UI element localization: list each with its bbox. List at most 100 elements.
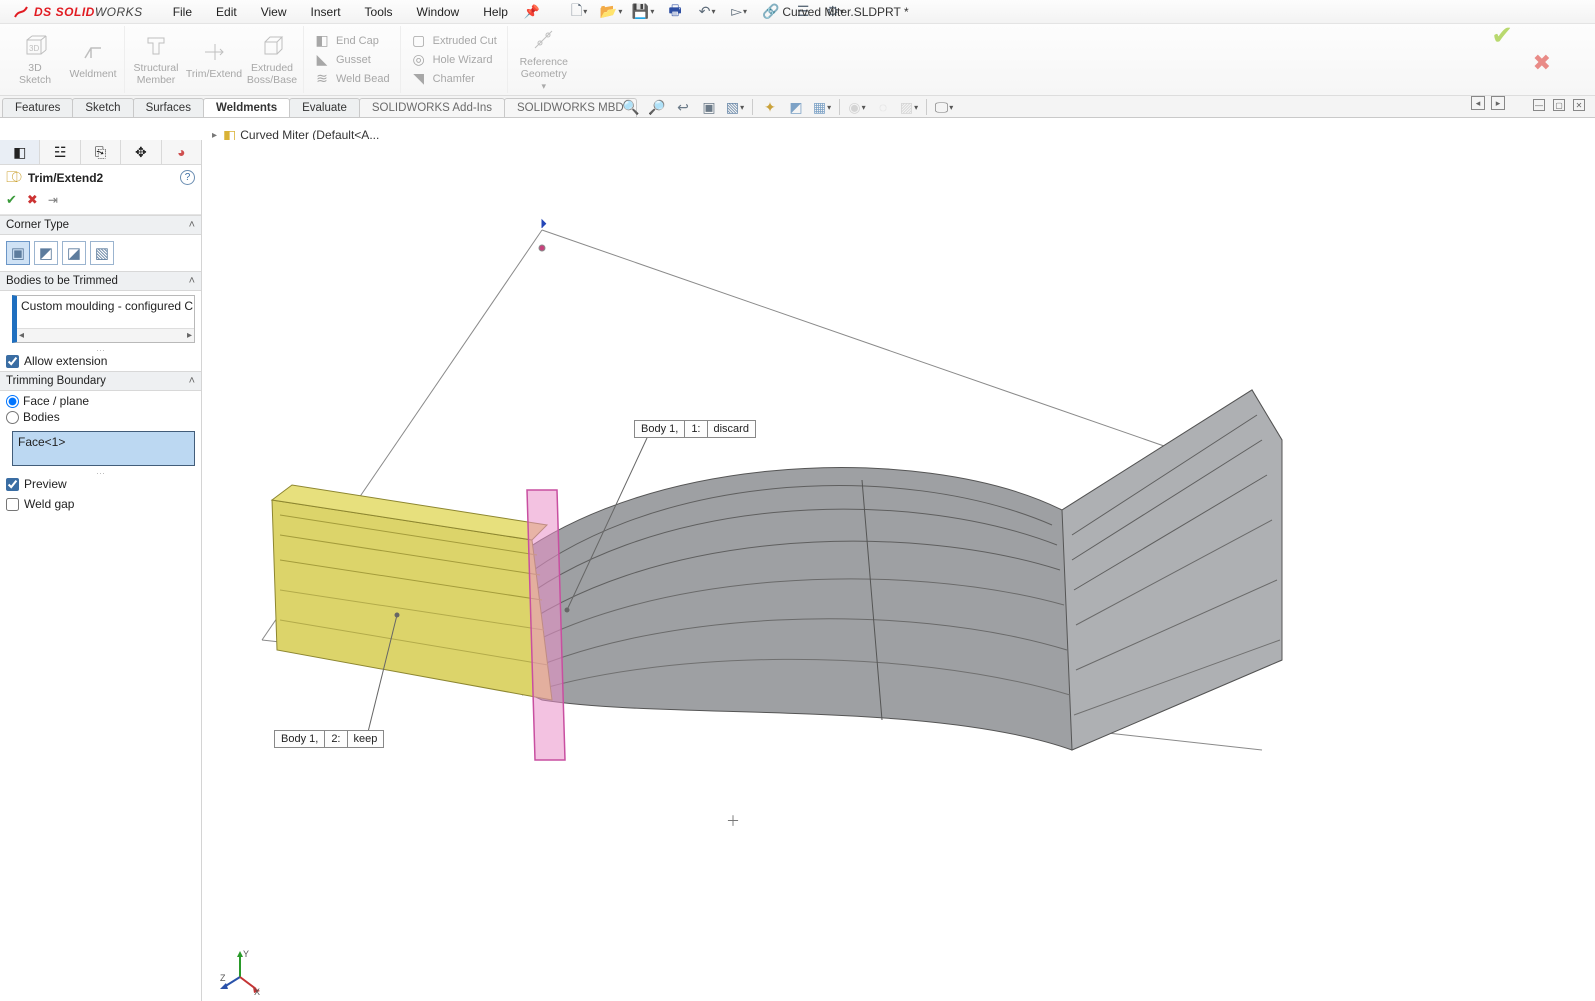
confirm-cancel-icon[interactable]: ✖: [1533, 50, 1551, 76]
menu-view[interactable]: View: [255, 3, 293, 21]
listbox-scrollbar[interactable]: ◂ ▸: [17, 328, 194, 342]
cmd-weld-bead[interactable]: ≋ Weld Bead: [314, 71, 390, 87]
section-view-icon[interactable]: ▣: [698, 97, 720, 117]
callout-index: 1:: [685, 421, 707, 437]
edit-appearance-icon[interactable]: ◌: [872, 97, 894, 117]
appearance-icon[interactable]: ◉▾: [846, 97, 868, 117]
menu-window[interactable]: Window: [411, 3, 466, 21]
expand-tree-icon[interactable]: ▸: [212, 130, 217, 141]
maximize-icon[interactable]: ▢: [1553, 99, 1565, 111]
menu-insert[interactable]: Insert: [305, 3, 347, 21]
prev-view-icon[interactable]: ↩: [672, 97, 694, 117]
close-icon[interactable]: ✕: [1573, 99, 1585, 111]
heads-up-toolbar: 🔍 🔎 ↩ ▣ ▧▾ ✦ ◩ ▦▾ ◉▾ ◌ ▨▾ 🖵▾: [620, 96, 955, 118]
zoom-fit-icon[interactable]: 🔍: [620, 97, 642, 117]
bodies-radio[interactable]: [6, 411, 19, 424]
cmd-structural-member[interactable]: Structural Member: [129, 31, 183, 88]
radio-bodies[interactable]: Bodies: [6, 409, 195, 425]
tab-addins[interactable]: SOLIDWORKS Add-Ins: [359, 98, 505, 117]
menu-file[interactable]: File: [167, 3, 198, 21]
corner-opt-4[interactable]: ▧: [90, 241, 114, 265]
tab-sketch[interactable]: Sketch: [72, 98, 133, 117]
orientation-triad[interactable]: Y Z X: [216, 947, 256, 987]
preview-checkbox[interactable]: [6, 478, 19, 491]
weld-gap-checkbox[interactable]: [6, 498, 19, 511]
corner-opt-2[interactable]: ◩: [34, 241, 58, 265]
corner-opt-1[interactable]: ▣: [6, 241, 30, 265]
chamfer-icon: ◥: [411, 71, 427, 87]
cmd-trim-extend[interactable]: Trim/Extend: [187, 37, 241, 82]
menu-edit[interactable]: Edit: [210, 3, 243, 21]
cancel-button[interactable]: ✖: [27, 192, 38, 208]
section-corner-type[interactable]: Corner Type ˄: [0, 215, 201, 235]
section-bodies[interactable]: Bodies to be Trimmed ˄: [0, 271, 201, 291]
print-button[interactable]: 🖶: [664, 3, 686, 21]
boundary-selection-box[interactable]: Face<1>: [12, 431, 195, 466]
feature-manager-tab[interactable]: ◧: [0, 140, 40, 164]
new-doc-button[interactable]: 🗋▾: [568, 3, 590, 21]
rebuild-button[interactable]: 🔗: [760, 3, 782, 21]
tab-surfaces[interactable]: Surfaces: [133, 98, 204, 117]
cmd-reference-geometry[interactable]: Reference Geometry ▾: [512, 25, 576, 94]
undo-button[interactable]: ↶▾: [696, 3, 718, 21]
tab-weldments[interactable]: Weldments: [203, 98, 290, 117]
menu-help[interactable]: Help: [477, 3, 514, 21]
scroll-right-icon[interactable]: ▸: [187, 330, 192, 341]
radio-face-plane[interactable]: Face / plane: [6, 393, 195, 409]
section-trim-boundary[interactable]: Trimming Boundary ˄: [0, 371, 201, 391]
property-manager-tab[interactable]: ☳: [40, 140, 80, 164]
next-page-icon[interactable]: ▸: [1491, 96, 1505, 110]
cmd-extruded-cut[interactable]: ▢ Extruded Cut: [411, 33, 497, 49]
section-bodies-label: Bodies to be Trimmed: [6, 275, 118, 287]
callout-keep[interactable]: Body 1, 2: keep: [274, 730, 384, 748]
tab-features[interactable]: Features: [2, 98, 73, 117]
separator: [926, 99, 927, 115]
tab-mbd[interactable]: SOLIDWORKS MBD: [504, 98, 637, 117]
scroll-left-icon[interactable]: ◂: [19, 330, 24, 341]
body-item[interactable]: Custom moulding - configured CUSTO: [17, 296, 194, 316]
cmd-hole-wizard[interactable]: ◎ Hole Wizard: [411, 52, 497, 68]
view-settings-icon[interactable]: 🖵▾: [933, 97, 955, 117]
allow-extension-checkbox[interactable]: [6, 355, 19, 368]
minimize-icon[interactable]: —: [1533, 99, 1545, 111]
pin-button[interactable]: ⇥: [48, 193, 58, 207]
callout-discard[interactable]: Body 1, 1: discard: [634, 420, 756, 438]
config-manager-tab[interactable]: ⎘: [81, 140, 121, 164]
tab-evaluate[interactable]: Evaluate: [289, 98, 360, 117]
menu-bar: File Edit View Insert Tools Window Help: [167, 3, 514, 21]
document-title: Curved Miter.SLDPRT *: [782, 5, 908, 19]
prev-page-icon[interactable]: ◂: [1471, 96, 1485, 110]
structural-icon: [143, 33, 169, 59]
cmd-extruded-boss[interactable]: Extruded Boss/Base: [245, 31, 299, 88]
callout-index: 2:: [325, 731, 347, 747]
confirm-check-icon[interactable]: ✔: [1491, 20, 1513, 51]
callout-action[interactable]: keep: [348, 731, 384, 747]
pin-icon[interactable]: 📌: [524, 4, 540, 20]
dimxpert-tab[interactable]: ✥: [121, 140, 161, 164]
scene-icon[interactable]: ▦▾: [811, 97, 833, 117]
view-orient-icon[interactable]: ▧▾: [724, 97, 746, 117]
cmd-gusset[interactable]: ◣ Gusset: [314, 52, 390, 68]
display-manager-tab[interactable]: ◕: [162, 140, 201, 164]
graphics-viewport[interactable]: Body 1, 1: discard Body 1, 2: keep ＋ Y Z…: [202, 140, 1595, 1001]
select-button[interactable]: ▻▾: [728, 3, 750, 21]
cmd-3d-sketch[interactable]: 3D 3D Sketch: [8, 31, 62, 88]
cmd-chamfer[interactable]: ◥ Chamfer: [411, 71, 497, 87]
bodies-listbox[interactable]: Custom moulding - configured CUSTO ◂ ▸: [12, 295, 195, 343]
callout-action[interactable]: discard: [708, 421, 755, 437]
ok-button[interactable]: ✔: [6, 192, 17, 208]
face-selection[interactable]: Face<1>: [18, 435, 65, 449]
display-style-icon[interactable]: ✦: [759, 97, 781, 117]
face-plane-radio[interactable]: [6, 395, 19, 408]
hide-show-icon[interactable]: ◩: [785, 97, 807, 117]
corner-opt-3[interactable]: ◪: [62, 241, 86, 265]
apply-scene-icon[interactable]: ▨▾: [898, 97, 920, 117]
open-doc-button[interactable]: 📂▾: [600, 3, 622, 21]
cmd-end-cap[interactable]: ◧ End Cap: [314, 33, 390, 49]
menu-tools[interactable]: Tools: [359, 3, 399, 21]
cmd-weldment[interactable]: Weldment: [66, 37, 120, 82]
help-icon[interactable]: ?: [180, 170, 195, 185]
callout-body: Body 1,: [275, 731, 325, 747]
save-button[interactable]: 💾▾: [632, 3, 654, 21]
zoom-area-icon[interactable]: 🔎: [646, 97, 668, 117]
